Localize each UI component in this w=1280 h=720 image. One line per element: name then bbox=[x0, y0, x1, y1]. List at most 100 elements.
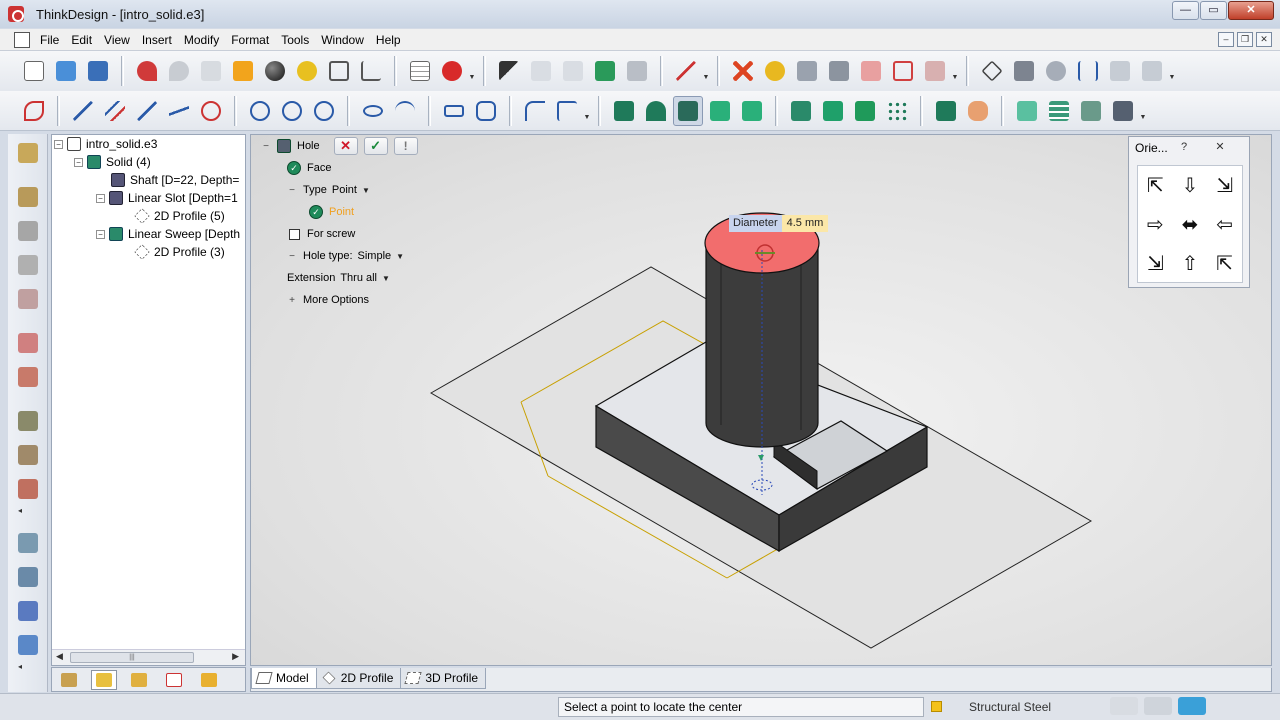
scroll-left-icon[interactable]: ◀ bbox=[56, 651, 63, 662]
surface-tool-11-button[interactable] bbox=[13, 562, 43, 592]
document-icon[interactable] bbox=[14, 31, 30, 48]
surface-tool-8-button[interactable] bbox=[13, 440, 43, 470]
transform-button[interactable] bbox=[920, 56, 950, 86]
layers-options-button[interactable] bbox=[1137, 56, 1167, 86]
tab-2d-profile[interactable]: 2D Profile bbox=[315, 668, 402, 689]
circle-center-button[interactable] bbox=[245, 96, 275, 126]
collapse-icon[interactable]: − bbox=[261, 141, 271, 152]
view-top-left-arrow-icon[interactable]: ⇱ bbox=[1138, 166, 1173, 205]
table-button[interactable] bbox=[405, 56, 435, 86]
hole-type-value[interactable]: Simple bbox=[358, 250, 392, 262]
pick-through-button[interactable] bbox=[622, 56, 652, 86]
sketch-plane-button[interactable] bbox=[13, 138, 43, 168]
info-button[interactable]: ! bbox=[393, 137, 418, 155]
chamfer-button[interactable] bbox=[552, 96, 582, 126]
collapse-icon[interactable]: − bbox=[287, 251, 297, 262]
tree-expander[interactable]: − bbox=[96, 193, 105, 203]
view-right-arrow-icon[interactable]: ⇨ bbox=[1138, 205, 1173, 244]
type-value[interactable]: Point bbox=[332, 184, 357, 196]
parallel-line-button[interactable] bbox=[100, 96, 130, 126]
hole-button[interactable] bbox=[673, 95, 703, 126]
tab-3d-profile[interactable]: 3D Profile bbox=[400, 668, 487, 689]
orientation-help-button[interactable]: ? bbox=[1175, 140, 1193, 155]
menu-format[interactable]: Format bbox=[225, 30, 275, 50]
scroll-right-icon[interactable]: ▶ bbox=[232, 651, 239, 662]
ellipse-button[interactable] bbox=[358, 96, 388, 126]
face-row[interactable]: ✓ Face bbox=[287, 159, 331, 177]
draft-button[interactable] bbox=[850, 96, 880, 126]
tree-horizontal-scrollbar[interactable]: ◀ ||| ▶ bbox=[52, 649, 245, 665]
delete-button[interactable] bbox=[728, 56, 758, 86]
crosshair-button[interactable] bbox=[196, 96, 226, 126]
sweep-button[interactable] bbox=[737, 96, 767, 126]
monitor-icon[interactable] bbox=[1178, 697, 1206, 715]
chevron-down-icon[interactable]: ▼ bbox=[468, 56, 476, 86]
solid-modify-button[interactable] bbox=[931, 96, 961, 126]
shell-button[interactable] bbox=[818, 96, 848, 126]
menu-insert[interactable]: Insert bbox=[136, 30, 178, 50]
workplane-button[interactable] bbox=[1009, 56, 1039, 86]
surface-tool-12-button[interactable] bbox=[13, 596, 43, 626]
surface-tool-3-button[interactable] bbox=[13, 250, 43, 280]
view-iso-center-icon[interactable]: ⬌ bbox=[1173, 205, 1208, 244]
pen-tool-icon[interactable] bbox=[1144, 697, 1172, 715]
perpendicular-line-button[interactable] bbox=[132, 96, 162, 126]
chevron-down-icon[interactable]: ▼ bbox=[583, 96, 591, 126]
shade-toggle-button[interactable] bbox=[1076, 96, 1106, 126]
circle-3pt-button[interactable] bbox=[277, 96, 307, 126]
surface-tool-9-button[interactable] bbox=[13, 474, 43, 504]
tree-item[interactable]: 2D Profile (3) bbox=[134, 243, 225, 261]
snap-button[interactable] bbox=[671, 56, 701, 86]
angle-line-button[interactable] bbox=[164, 96, 194, 126]
tree-item[interactable]: − Linear Sweep [Depth bbox=[96, 225, 240, 243]
extension-row[interactable]: Extension Thru all ▼ bbox=[287, 269, 390, 287]
assembly-button[interactable] bbox=[1108, 96, 1138, 126]
scroll-thumb[interactable]: ||| bbox=[70, 652, 194, 663]
more-tools-icon[interactable]: ◂ bbox=[8, 506, 47, 516]
chevron-down-icon[interactable]: ▼ bbox=[951, 56, 959, 86]
boolean-button[interactable] bbox=[786, 96, 816, 126]
circle-tangent-button[interactable] bbox=[309, 96, 339, 126]
open-button[interactable] bbox=[51, 56, 81, 86]
dimension-button[interactable] bbox=[1073, 56, 1103, 86]
rectangle-button[interactable] bbox=[439, 96, 469, 126]
3d-viewport[interactable]: − Hole ✕ ✓ ! ✓ Face − Type Point ▼ ✓ Poi… bbox=[250, 134, 1272, 666]
curve-tool-button[interactable] bbox=[19, 96, 49, 126]
revolve-button[interactable] bbox=[641, 96, 671, 126]
tree-tab-parts[interactable] bbox=[126, 670, 152, 690]
chevron-down-icon[interactable]: ▼ bbox=[362, 186, 370, 195]
chevron-down-icon[interactable]: ▼ bbox=[382, 274, 390, 283]
redo-button[interactable] bbox=[164, 56, 194, 86]
stack-button[interactable] bbox=[1044, 96, 1074, 126]
for-screw-row[interactable]: For screw bbox=[289, 225, 355, 243]
save-button[interactable] bbox=[83, 56, 113, 86]
collapse-icon[interactable]: − bbox=[287, 185, 297, 196]
blend-button[interactable] bbox=[856, 56, 886, 86]
sketch-tool-icon[interactable] bbox=[1110, 697, 1138, 715]
chevron-down-icon[interactable]: ▼ bbox=[702, 56, 710, 86]
pattern-button[interactable] bbox=[882, 96, 912, 126]
undo-button[interactable] bbox=[132, 56, 162, 86]
for-screw-checkbox[interactable] bbox=[289, 228, 300, 240]
menu-tools[interactable]: Tools bbox=[275, 30, 315, 50]
tab-model[interactable]: Model bbox=[251, 668, 317, 689]
clipboard-button[interactable] bbox=[196, 56, 226, 86]
fillet-button[interactable] bbox=[520, 96, 550, 126]
minimize-button[interactable]: — bbox=[1172, 1, 1199, 20]
menu-modify[interactable]: Modify bbox=[178, 30, 225, 50]
solid-select-button[interactable] bbox=[590, 56, 620, 86]
solid-hand-button[interactable] bbox=[963, 96, 993, 126]
point-label[interactable]: Point bbox=[329, 206, 354, 218]
extrude-button[interactable] bbox=[609, 96, 639, 126]
tree-tab-history[interactable] bbox=[91, 669, 117, 690]
wireframe-box-button[interactable] bbox=[324, 56, 354, 86]
tree-item[interactable]: − Solid (4) bbox=[74, 153, 151, 171]
surface-tool-4-button[interactable] bbox=[13, 284, 43, 314]
menu-file[interactable]: File bbox=[34, 30, 65, 50]
doc-restore-button[interactable]: ❐ bbox=[1237, 32, 1253, 47]
surface-tool-1-button[interactable] bbox=[13, 182, 43, 212]
chevron-down-icon[interactable]: ▼ bbox=[396, 252, 404, 261]
view-bottom-right-arrow-icon[interactable]: ⇱ bbox=[1207, 243, 1242, 282]
view-top-right-arrow-icon[interactable]: ⇲ bbox=[1207, 166, 1242, 205]
app-logo-icon[interactable] bbox=[8, 6, 24, 22]
